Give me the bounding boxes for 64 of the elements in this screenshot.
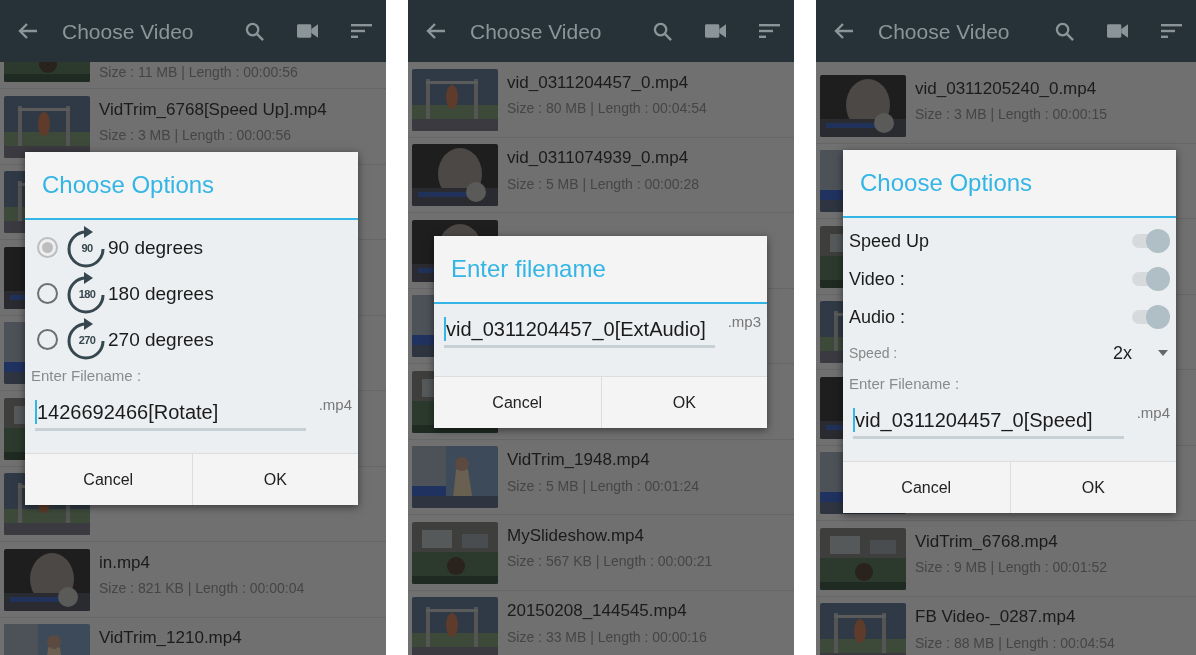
option-label: Speed Up: [849, 232, 930, 250]
dialog-button[interactable]: Cancel: [843, 462, 1010, 513]
toggle-switch[interactable]: [1130, 229, 1170, 253]
video-name: VidTrim_6768.mp4: [915, 532, 1058, 550]
search-icon[interactable]: [1055, 21, 1074, 41]
filename-label: Enter Filename :: [848, 376, 961, 391]
rotate-icon: [66, 318, 106, 360]
radio-button[interactable]: [37, 328, 58, 350]
toggle-switch[interactable]: [1130, 267, 1170, 291]
video-name: MySlideshow.mp4: [507, 526, 644, 544]
dialog-button[interactable]: OK: [191, 454, 358, 505]
dialog-button[interactable]: OK: [1009, 462, 1176, 513]
option-label: Speed :: [849, 346, 898, 360]
video-name: vid_0311204457_0.mp4: [507, 73, 689, 91]
video-name: VidTrim_1210.mp4: [99, 629, 242, 646]
video-camera-icon[interactable]: [297, 24, 318, 38]
option-label: 90 degrees: [108, 237, 204, 257]
caret-icon: [1158, 350, 1168, 356]
option-label: Video :: [849, 270, 905, 288]
option-label: 270 degrees: [108, 329, 214, 349]
sort-icon[interactable]: [759, 24, 780, 38]
search-icon[interactable]: [245, 21, 264, 41]
file-extension: .mp3: [727, 314, 761, 329]
dialog-button[interactable]: Cancel: [434, 377, 601, 428]
angle-label: 90: [80, 243, 94, 254]
sort-icon[interactable]: [351, 24, 372, 38]
dialog-title: Choose Options: [42, 173, 215, 197]
dialog-title: Enter filename: [451, 257, 606, 281]
video-name: VidTrim_6768[Speed Up].mp4: [99, 100, 327, 118]
screen-title: Choose Video: [878, 20, 1010, 42]
video-name: FB Video-_0287.mp4: [915, 608, 1076, 625]
search-icon[interactable]: [653, 21, 672, 41]
filename-label: Enter Filename :: [30, 368, 143, 383]
filename-field[interactable]: vid_0311204457_0[Speed]: [853, 403, 1124, 439]
back-arrow-icon[interactable]: [834, 23, 854, 39]
video-camera-icon[interactable]: [1107, 24, 1128, 38]
screen-title: Choose Video: [62, 20, 194, 42]
angle-label: 180: [77, 289, 97, 300]
filename-field[interactable]: 1426692466[Rotate]: [35, 395, 306, 431]
dialog-button[interactable]: OK: [600, 377, 767, 428]
back-arrow-icon[interactable]: [18, 23, 38, 39]
option-label: 180 degrees: [108, 283, 214, 303]
angle-label: 270: [77, 335, 97, 346]
toggle-switch[interactable]: [1130, 305, 1170, 329]
file-extension: .mp4: [1136, 405, 1170, 420]
filename-field[interactable]: vid_0311204457_0[ExtAudio]: [444, 312, 715, 348]
rotate-icon: [66, 272, 106, 314]
back-arrow-icon[interactable]: [426, 23, 446, 39]
sort-icon[interactable]: [1161, 24, 1182, 38]
video-camera-icon[interactable]: [705, 24, 726, 38]
video-name: vid_0311074939_0.mp4: [507, 149, 689, 166]
dialog-button[interactable]: Cancel: [25, 454, 192, 505]
dialog-title: Choose Options: [860, 171, 1033, 195]
radio-button[interactable]: [37, 236, 58, 258]
video-name: vid_0311205240_0.mp4: [915, 79, 1097, 97]
rotate-icon: [66, 226, 106, 268]
radio-button[interactable]: [37, 282, 58, 304]
video-name: 20150208_144545.mp4: [507, 602, 687, 619]
speed-dropdown[interactable]: 2x: [1113, 344, 1168, 362]
option-label: Audio :: [849, 308, 906, 326]
video-name: in.mp4: [99, 553, 151, 571]
file-extension: .mp4: [318, 397, 352, 412]
screen-title: Choose Video: [470, 20, 602, 42]
video-name: VidTrim_1948.mp4: [507, 451, 650, 468]
